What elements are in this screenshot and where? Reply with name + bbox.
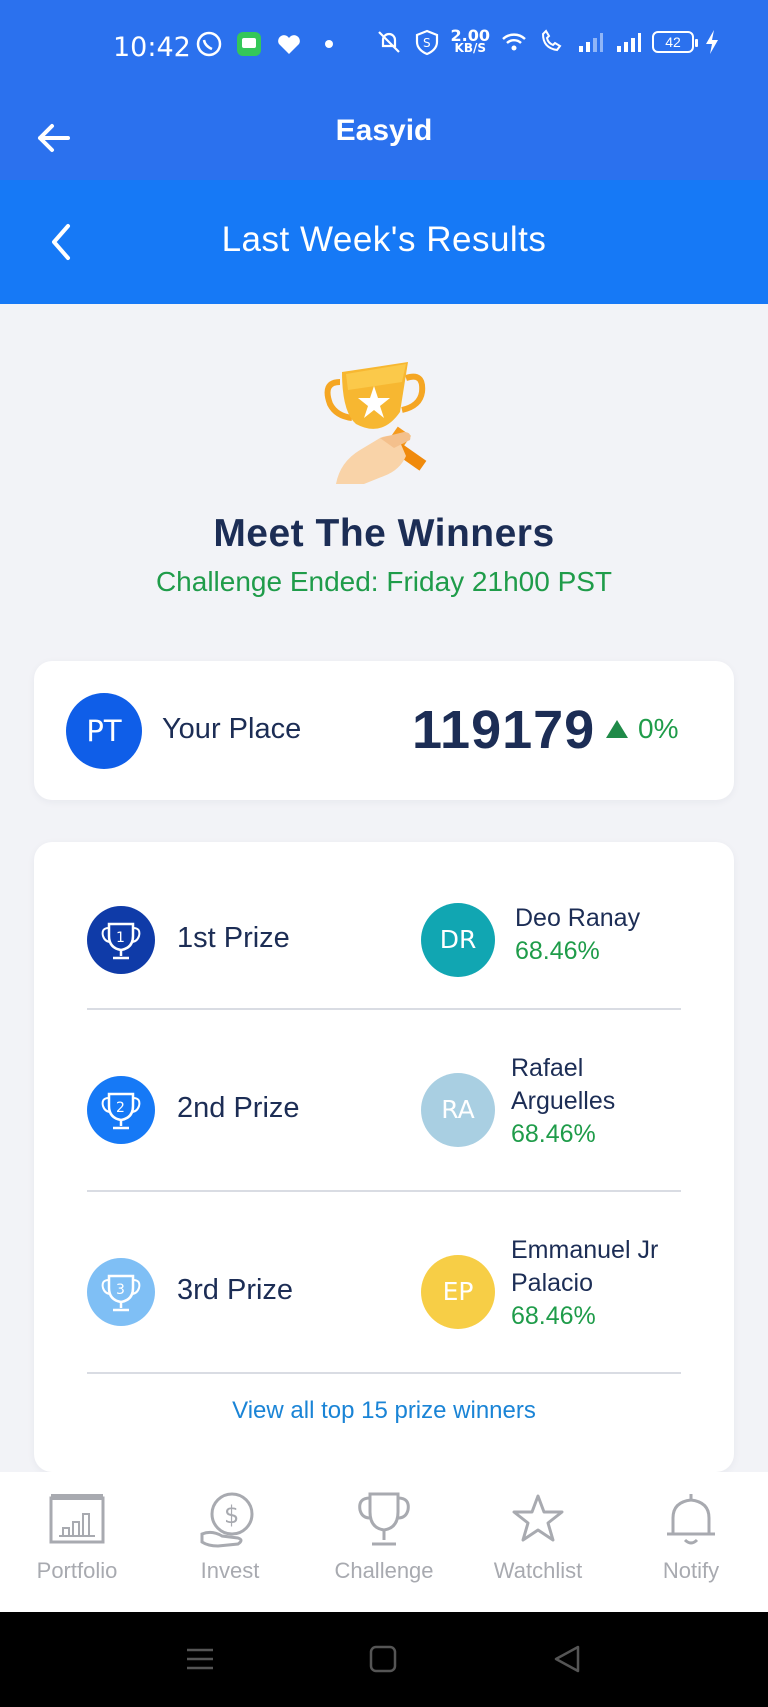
system-status-icons: S 2.00 KB/S 42 (375, 28, 720, 56)
menu-icon[interactable] (183, 1642, 217, 1676)
your-place-rank: 119179 (412, 700, 596, 760)
back-triangle-icon[interactable] (550, 1642, 584, 1676)
svg-text:3: 3 (116, 1282, 125, 1298)
notify-icon (667, 1494, 715, 1545)
page-title: Last Week's Results (221, 220, 547, 259)
svg-text:2: 2 (116, 1100, 125, 1116)
watchlist-icon (512, 1494, 564, 1542)
nav-label: Notify (662, 1558, 720, 1583)
status-bar: 10:42 S 2.00 KB/S 42 (0, 0, 768, 96)
divider (87, 1190, 681, 1192)
portfolio-icon (49, 1494, 105, 1544)
results-header: Last Week's Results (0, 180, 768, 304)
nav-portfolio[interactable]: Portfolio (7, 1490, 147, 1584)
signal-1-icon (579, 33, 603, 52)
nav-label: Invest (200, 1558, 260, 1583)
prize-row-2[interactable]: 2 2nd Prize RA Rafael Arguelles 68.46% (87, 1052, 681, 1164)
network-speed: 2.00 KB/S (450, 26, 490, 55)
winner-info: Deo Ranay 68.46% (515, 902, 695, 968)
notification-icons (195, 30, 343, 58)
prize-label: 3rd Prize (177, 1274, 294, 1306)
your-place-card[interactable]: PT Your Place 119179 0% (34, 661, 734, 800)
divider (87, 1372, 681, 1374)
app-title: Easyid (335, 114, 433, 147)
rank-change-value: 0% (638, 713, 679, 744)
signal-2-icon (617, 33, 641, 52)
nav-notify[interactable]: Notify (621, 1490, 761, 1584)
svg-text:$: $ (224, 1501, 239, 1529)
prize-row-1[interactable]: 1 1st Prize DR Deo Ranay 68.46% (87, 900, 681, 980)
winner-percentage: 68.46% (515, 937, 600, 965)
user-avatar: PT (66, 693, 142, 769)
system-navigation-bar (0, 1612, 768, 1707)
winner-percentage: 68.46% (511, 1120, 596, 1148)
heart-icon (278, 35, 300, 54)
winner-info: Emmanuel Jr Palacio 68.46% (511, 1234, 691, 1333)
winner-avatar: EP (421, 1255, 495, 1329)
shield-icon: S (415, 29, 438, 56)
bottom-navigation: Portfolio $ Invest Challenge Watchlist N… (0, 1472, 768, 1612)
challenge-end-text: Challenge Ended: Friday 21h00 PST (155, 566, 613, 597)
nav-label: Portfolio (36, 1558, 118, 1583)
nav-watchlist[interactable]: Watchlist (468, 1490, 608, 1584)
triangle-up-icon (606, 720, 628, 738)
charging-icon (706, 30, 718, 54)
svg-text:S: S (423, 36, 431, 50)
messages-icon (237, 32, 261, 56)
your-place-label: Your Place (162, 713, 302, 745)
mute-icon (377, 31, 400, 53)
app-bar: Easyid (0, 96, 768, 180)
viber-icon (196, 31, 222, 57)
trophy-hand-icon (324, 362, 427, 484)
prize-row-3[interactable]: 3 3rd Prize EP Emmanuel Jr Palacio 68.46… (87, 1234, 681, 1346)
home-icon[interactable] (366, 1642, 400, 1676)
wifi-icon (502, 33, 526, 51)
svg-text:1: 1 (116, 930, 125, 946)
nav-label: Challenge (334, 1558, 434, 1583)
winner-avatar: DR (421, 903, 495, 977)
prize-label: 1st Prize (177, 922, 290, 954)
winner-percentage: 68.46% (511, 1302, 596, 1330)
battery-icon: 42 (652, 31, 698, 53)
dot-icon (325, 40, 333, 48)
nav-label: Watchlist (493, 1558, 583, 1583)
prize-label: 2nd Prize (177, 1092, 300, 1124)
winners-title: Meet The Winners (213, 512, 555, 555)
invest-icon: $ (200, 1492, 254, 1548)
winner-name: Rafael Arguelles (511, 1054, 616, 1115)
nav-challenge[interactable]: Challenge (314, 1490, 454, 1584)
winner-name: Deo Ranay (515, 904, 641, 932)
challenge-icon (358, 1492, 410, 1546)
first-prize-trophy-icon: 1 (87, 906, 155, 974)
winner-name: Emmanuel Jr Palacio (511, 1236, 659, 1297)
prize-winners-card: 1 1st Prize DR Deo Ranay 68.46% 2 2nd Pr… (34, 842, 734, 1472)
winner-info: Rafael Arguelles 68.46% (511, 1052, 691, 1151)
wifi-calling-icon (541, 29, 562, 52)
divider (87, 1008, 681, 1010)
third-prize-trophy-icon: 3 (87, 1258, 155, 1326)
status-time: 10:42 (113, 32, 191, 63)
winner-avatar: RA (421, 1073, 495, 1147)
second-prize-trophy-icon: 2 (87, 1076, 155, 1144)
view-all-winners-link[interactable]: View all top 15 prize winners (34, 1397, 734, 1425)
nav-invest[interactable]: $ Invest (160, 1490, 300, 1584)
rank-change: 0% (606, 713, 678, 745)
